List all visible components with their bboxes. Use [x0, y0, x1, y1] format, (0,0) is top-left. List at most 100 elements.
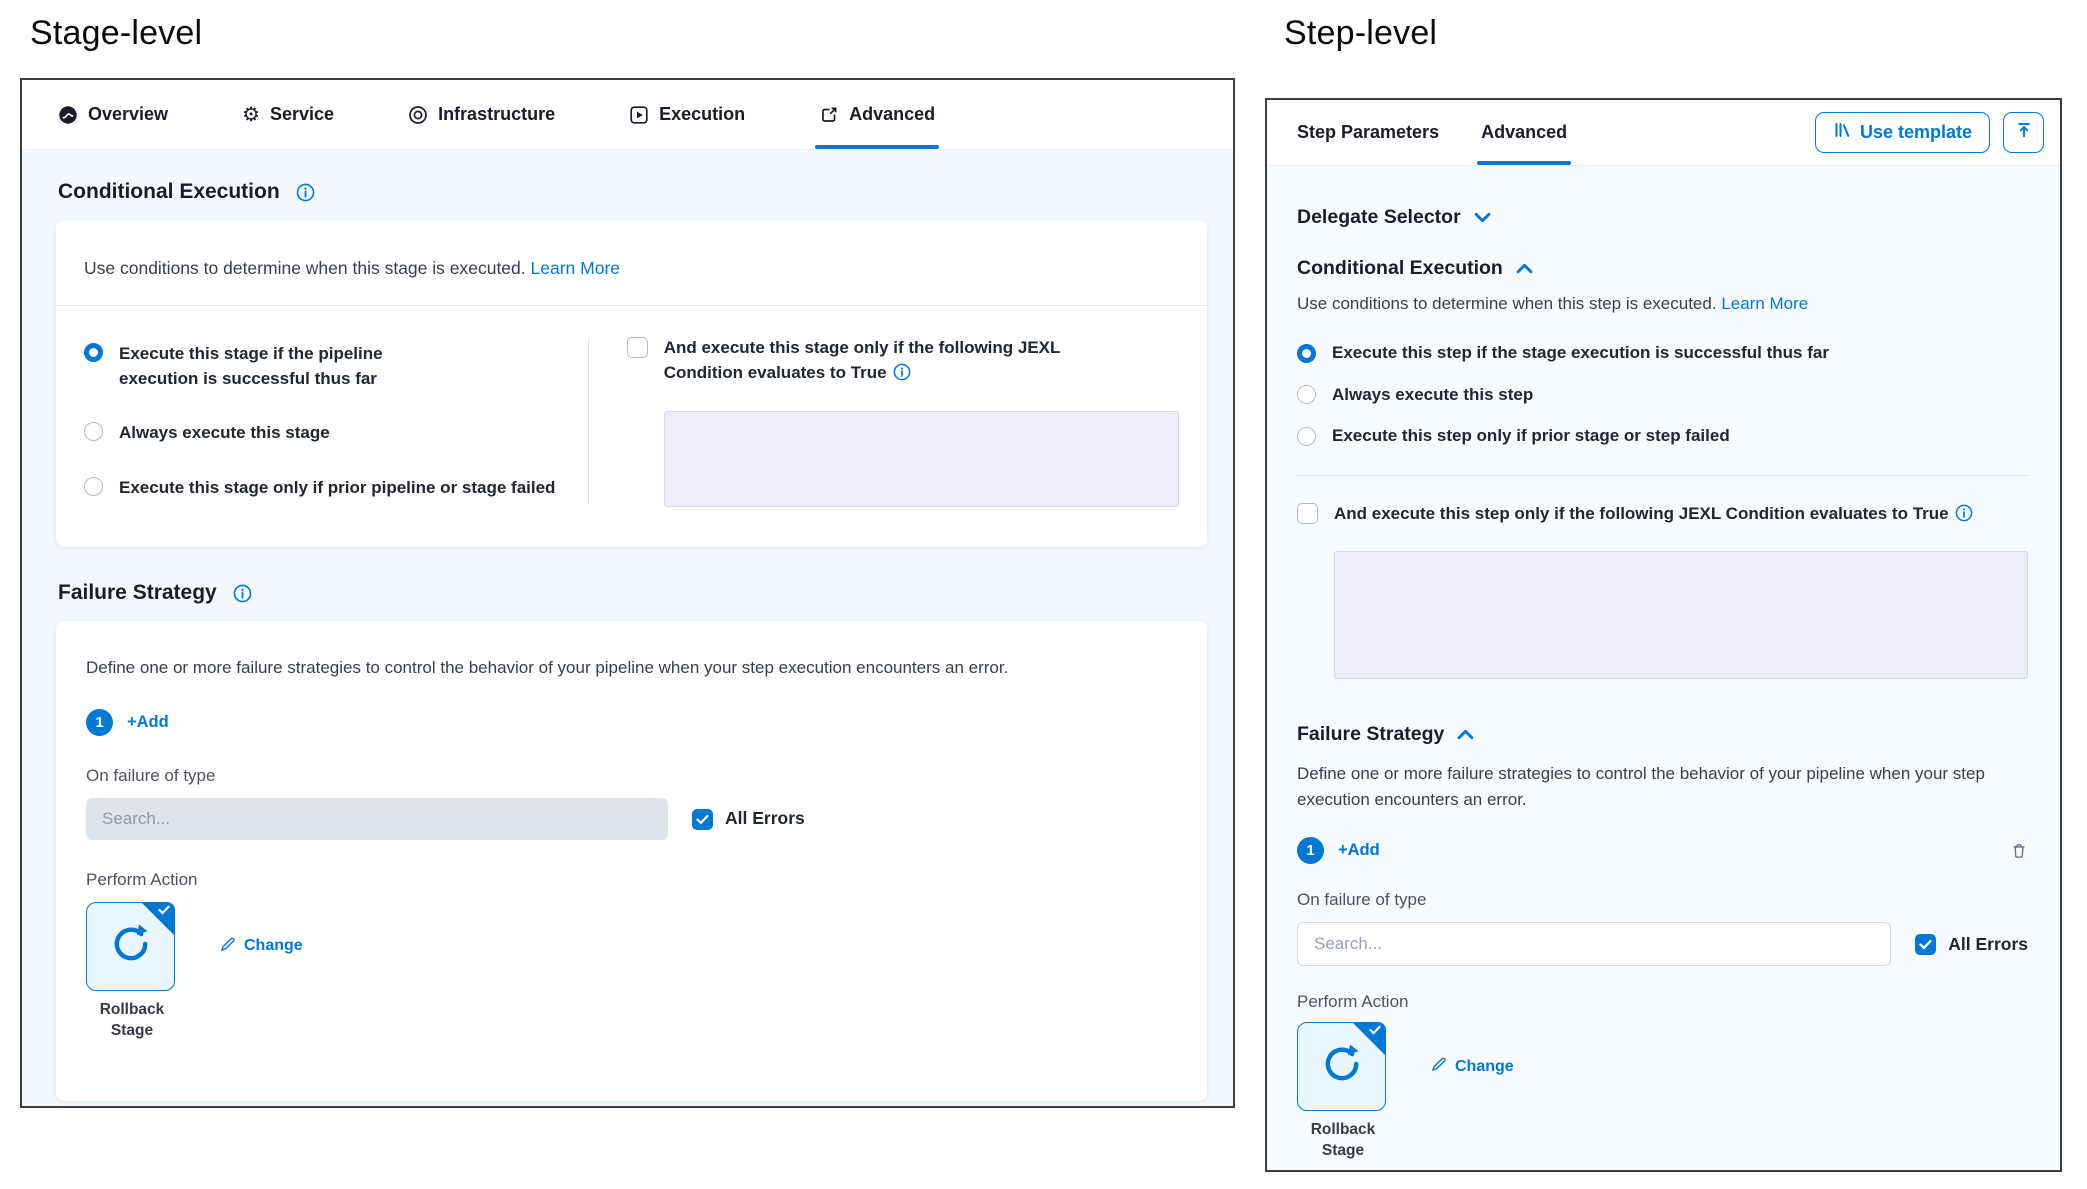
change-label: Change — [244, 937, 303, 955]
jexl-condition-checkbox-row[interactable]: And execute this stage only if the follo… — [627, 336, 1179, 385]
conditional-description-row: Use conditions to determine when this st… — [1297, 294, 2028, 314]
all-errors-checkbox-row[interactable]: All Errors — [1915, 932, 2028, 957]
conditional-execution-card: Use conditions to determine when this st… — [56, 220, 1207, 547]
checkbox-icon — [1297, 503, 1318, 524]
on-failure-label: On failure of type — [1297, 890, 2028, 910]
perform-action-label: Perform Action — [1297, 992, 2028, 1012]
strategy-count-badge[interactable]: 1 — [1297, 837, 1324, 864]
tab-label: Infrastructure — [438, 104, 555, 125]
tab-label: Overview — [88, 104, 168, 125]
all-errors-label: All Errors — [1948, 932, 2028, 957]
failure-description: Define one or more failure strategies to… — [1297, 761, 1997, 814]
tab-label: Execution — [659, 104, 745, 125]
add-strategy-button[interactable]: +Add — [1338, 841, 1380, 860]
add-strategy-button[interactable]: +Add — [127, 713, 169, 732]
learn-more-link[interactable]: Learn More — [531, 258, 621, 278]
divider — [1297, 475, 2028, 476]
stage-advanced-content: Conditional Execution Use conditions to … — [22, 150, 1233, 1106]
use-template-label: Use template — [1860, 122, 1972, 143]
tab-label: Service — [270, 104, 334, 125]
change-action-link[interactable]: Change — [220, 936, 303, 957]
tab-label: Advanced — [1481, 122, 1567, 143]
stage-tabbar: Overview ⚙ Service Infrastructure Execut… — [22, 80, 1233, 150]
heading-text: Delegate Selector — [1297, 206, 1461, 229]
tab-advanced[interactable]: Advanced — [819, 80, 935, 149]
radio-option-always[interactable]: Always execute this stage — [84, 421, 588, 446]
radio-option-failed[interactable]: Execute this stage only if prior pipelin… — [84, 476, 588, 501]
heading-text: Failure Strategy — [1297, 723, 1444, 746]
heading-text: Failure Strategy — [58, 581, 217, 605]
stage-level-title: Stage-level — [30, 14, 202, 53]
jexl-condition-input[interactable] — [664, 411, 1179, 507]
checkbox-icon — [627, 337, 648, 358]
tab-label: Advanced — [849, 104, 935, 125]
checkbox-checked-icon — [692, 809, 713, 830]
jexl-label: And execute this step only if the follow… — [1334, 504, 1949, 523]
gear-icon: ⚙ — [242, 105, 260, 125]
radio-icon — [84, 477, 103, 496]
check-icon — [158, 905, 170, 915]
check-icon — [1369, 1025, 1381, 1035]
jexl-condition-input[interactable] — [1334, 551, 2028, 679]
failure-type-search-input[interactable] — [86, 798, 668, 840]
conditional-execution-toggle[interactable]: Conditional Execution — [1297, 257, 2028, 280]
failure-description: Define one or more failure strategies to… — [86, 655, 1177, 681]
tab-overview[interactable]: Overview — [58, 80, 168, 149]
conditional-description: Use conditions to determine when this st… — [84, 258, 526, 278]
radio-icon — [84, 422, 103, 441]
save-as-template-button[interactable] — [2003, 112, 2044, 153]
tab-service[interactable]: ⚙ Service — [242, 80, 334, 149]
conditional-description: Use conditions to determine when this st… — [1297, 294, 1717, 313]
use-template-button[interactable]: Use template — [1815, 112, 1990, 153]
tab-execution[interactable]: Execution — [629, 80, 745, 149]
rollback-stage-caption: Rollback Stage — [1297, 1120, 1389, 1162]
pencil-icon — [1431, 1056, 1447, 1077]
stage-advanced-panel: Overview ⚙ Service Infrastructure Execut… — [20, 78, 1235, 1108]
radio-option-failed[interactable]: Execute this step only if prior stage or… — [1297, 424, 2028, 449]
chevron-down-icon — [1474, 206, 1491, 229]
delegate-selector-toggle[interactable]: Delegate Selector — [1297, 206, 2028, 229]
conditional-description-row: Use conditions to determine when this st… — [56, 220, 1207, 305]
all-errors-checkbox-row[interactable]: All Errors — [692, 806, 805, 831]
rollback-stage-tile[interactable] — [1297, 1022, 1386, 1111]
rollback-stage-tile[interactable] — [86, 902, 175, 991]
radio-icon — [84, 343, 103, 362]
info-icon[interactable] — [893, 363, 911, 381]
pencil-icon — [220, 936, 236, 957]
on-failure-label: On failure of type — [86, 766, 1177, 786]
delete-strategy-icon[interactable] — [2010, 842, 2028, 860]
heading-text: Conditional Execution — [58, 180, 280, 204]
step-tabbar: Step Parameters Advanced Use template — [1267, 100, 2060, 166]
info-icon[interactable] — [233, 584, 252, 603]
failure-strategy-toggle[interactable]: Failure Strategy — [1297, 723, 2028, 746]
radio-icon — [1297, 344, 1316, 363]
perform-action-label: Perform Action — [86, 870, 1177, 890]
rollback-stage-caption: Rollback Stage — [86, 1000, 178, 1042]
upload-icon — [2015, 121, 2033, 144]
execution-icon — [629, 105, 649, 125]
step-advanced-panel: Step Parameters Advanced Use template De… — [1265, 98, 2062, 1172]
radio-icon — [1297, 427, 1316, 446]
change-action-link[interactable]: Change — [1431, 1056, 1514, 1077]
chevron-up-icon — [1457, 723, 1474, 746]
tab-advanced[interactable]: Advanced — [1481, 100, 1567, 165]
radio-icon — [1297, 385, 1316, 404]
learn-more-link[interactable]: Learn More — [1721, 294, 1808, 313]
strategy-count-badge[interactable]: 1 — [86, 709, 113, 736]
failure-type-search-input[interactable] — [1297, 922, 1891, 966]
step-advanced-content: Delegate Selector Conditional Execution … — [1267, 166, 2060, 1170]
tab-step-parameters[interactable]: Step Parameters — [1297, 100, 1439, 165]
info-icon[interactable] — [1955, 504, 1973, 522]
overview-icon — [58, 105, 78, 125]
change-label: Change — [1455, 1058, 1514, 1076]
jexl-condition-checkbox-row[interactable]: And execute this step only if the follow… — [1297, 502, 2028, 527]
info-icon[interactable] — [296, 183, 315, 202]
radio-option-always[interactable]: Always execute this step — [1297, 383, 2028, 408]
radio-option-success[interactable]: Execute this step if the stage execution… — [1297, 341, 2028, 366]
all-errors-label: All Errors — [725, 806, 805, 831]
checkbox-checked-icon — [1915, 934, 1936, 955]
tab-infrastructure[interactable]: Infrastructure — [408, 80, 555, 149]
infrastructure-icon — [408, 105, 428, 125]
radio-option-success[interactable]: Execute this stage if the pipeline execu… — [84, 342, 588, 391]
conditional-execution-heading: Conditional Execution — [58, 180, 1207, 204]
